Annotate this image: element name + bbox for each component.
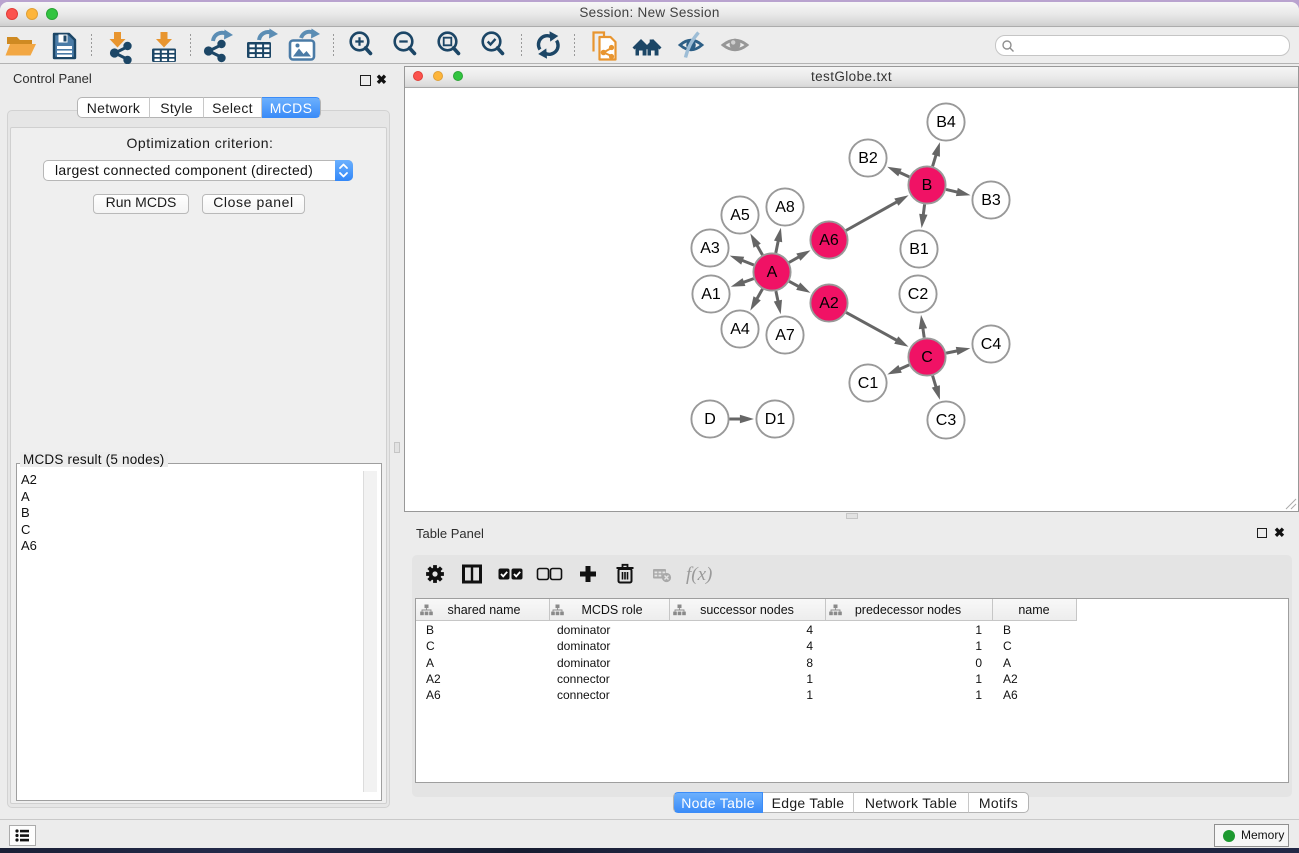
- svg-text:B: B: [922, 177, 933, 194]
- svg-text:C2: C2: [908, 286, 929, 303]
- svg-text:A4: A4: [730, 321, 750, 338]
- svg-text:A8: A8: [775, 199, 795, 216]
- svg-text:A6: A6: [819, 232, 839, 249]
- svg-text:D1: D1: [765, 411, 786, 428]
- svg-text:C4: C4: [981, 336, 1002, 353]
- svg-text:B3: B3: [981, 192, 1001, 209]
- svg-text:A5: A5: [730, 207, 750, 224]
- svg-text:C: C: [921, 349, 933, 366]
- svg-text:B1: B1: [909, 241, 929, 258]
- svg-text:C1: C1: [858, 375, 879, 392]
- svg-text:B2: B2: [858, 150, 878, 167]
- svg-text:A1: A1: [701, 286, 721, 303]
- svg-text:C3: C3: [936, 412, 957, 429]
- svg-text:f(x): f(x): [686, 564, 712, 585]
- svg-text:A: A: [767, 264, 778, 281]
- svg-text:D: D: [704, 411, 716, 428]
- svg-text:B4: B4: [936, 114, 956, 131]
- svg-text:A7: A7: [775, 327, 795, 344]
- svg-text:A2: A2: [819, 295, 839, 312]
- svg-text:A3: A3: [700, 240, 720, 257]
